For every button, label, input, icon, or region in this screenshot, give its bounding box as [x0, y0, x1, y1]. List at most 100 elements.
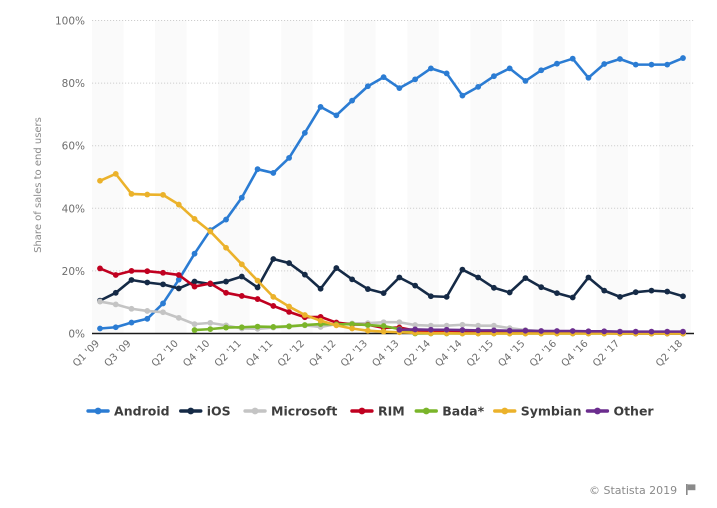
data-point: [254, 296, 261, 302]
data-point: [112, 170, 119, 177]
data-point: [223, 244, 229, 251]
data-point: [380, 328, 387, 335]
data-point: [680, 293, 686, 300]
data-point: [270, 303, 277, 309]
data-point: [459, 321, 466, 328]
data-point: [459, 92, 466, 99]
data-point: [396, 85, 403, 92]
data-point: [680, 55, 686, 61]
data-point: [286, 260, 292, 266]
data-point: [238, 261, 245, 268]
chart-container: 0% 20% 40% 60% 80% 100% Q1 '09 Q3 '09 Q2 '10 Q4 …: [0, 0, 717, 508]
data-point: [333, 112, 340, 119]
data-point: [443, 70, 450, 77]
data-point: [538, 284, 545, 291]
data-point: [207, 228, 214, 235]
data-point: [601, 328, 608, 335]
data-point: [175, 314, 182, 321]
legend-label: iOS: [207, 404, 231, 419]
legend-swatch-dot: [422, 407, 430, 415]
data-point: [554, 328, 560, 334]
data-point: [223, 216, 229, 223]
data-point: [632, 328, 639, 335]
data-point: [254, 166, 261, 173]
data-point: [175, 272, 182, 278]
y-tick-label: 0%: [68, 329, 85, 341]
y-tick-label: 40%: [62, 203, 85, 215]
data-point: [317, 103, 324, 110]
data-point: [617, 56, 623, 62]
data-point: [128, 191, 135, 197]
data-point: [522, 275, 529, 281]
data-point: [349, 325, 356, 332]
legend-swatch-dot: [187, 407, 195, 415]
data-point: [175, 285, 182, 292]
data-point: [364, 286, 371, 292]
data-point: [491, 327, 497, 334]
plot-band: [470, 20, 502, 334]
plot-band: [281, 20, 313, 334]
data-point: [380, 290, 387, 297]
data-point: [396, 319, 403, 326]
data-point: [301, 271, 308, 278]
data-point: [254, 284, 261, 291]
data-point: [223, 324, 229, 331]
data-point: [144, 308, 151, 314]
legend-label: Other: [613, 404, 654, 419]
data-point: [333, 265, 340, 271]
data-point: [349, 276, 356, 283]
data-point: [648, 287, 655, 294]
data-point: [270, 324, 277, 330]
data-point: [443, 326, 450, 333]
data-point: [160, 281, 166, 288]
y-tick-label: 80%: [62, 78, 85, 90]
data-point: [97, 177, 103, 184]
legend-label: Symbian: [521, 404, 582, 419]
data-point: [301, 129, 308, 136]
data-point: [97, 325, 103, 332]
data-point: [175, 201, 182, 208]
data-point: [160, 300, 166, 307]
plot-band: [407, 20, 439, 334]
data-point: [585, 74, 592, 81]
data-point: [522, 327, 529, 334]
data-point: [349, 97, 356, 104]
legend-label: Microsoft: [271, 404, 337, 419]
legend-swatch-dot: [594, 407, 601, 415]
data-point: [459, 266, 466, 273]
data-point: [569, 328, 576, 334]
legend-swatch-dot: [94, 407, 102, 415]
data-point: [286, 155, 292, 161]
data-point: [223, 278, 229, 285]
data-point: [238, 273, 245, 280]
data-point: [648, 61, 655, 68]
data-point: [427, 293, 434, 300]
data-point: [270, 170, 277, 176]
data-point: [191, 216, 198, 222]
data-point: [664, 328, 671, 335]
plot-band: [659, 20, 691, 334]
data-point: [364, 322, 371, 328]
copyright-label: © Statista 2019: [589, 484, 677, 497]
data-point: [632, 61, 639, 68]
data-point: [112, 301, 119, 308]
data-point: [364, 83, 371, 90]
data-point: [144, 315, 151, 322]
data-point: [160, 191, 166, 198]
data-point: [97, 298, 103, 305]
data-point: [491, 73, 497, 80]
data-point: [491, 284, 497, 291]
data-point: [601, 61, 608, 67]
data-point: [191, 321, 198, 328]
data-point: [207, 326, 214, 333]
data-point: [522, 78, 529, 84]
data-point: [680, 328, 686, 335]
data-point: [506, 65, 513, 72]
data-point: [475, 327, 482, 334]
data-point: [538, 67, 545, 74]
data-point: [585, 274, 592, 281]
legend-swatch-dot: [251, 407, 259, 415]
data-point: [317, 285, 324, 292]
data-point: [97, 265, 103, 272]
data-point: [191, 250, 198, 257]
